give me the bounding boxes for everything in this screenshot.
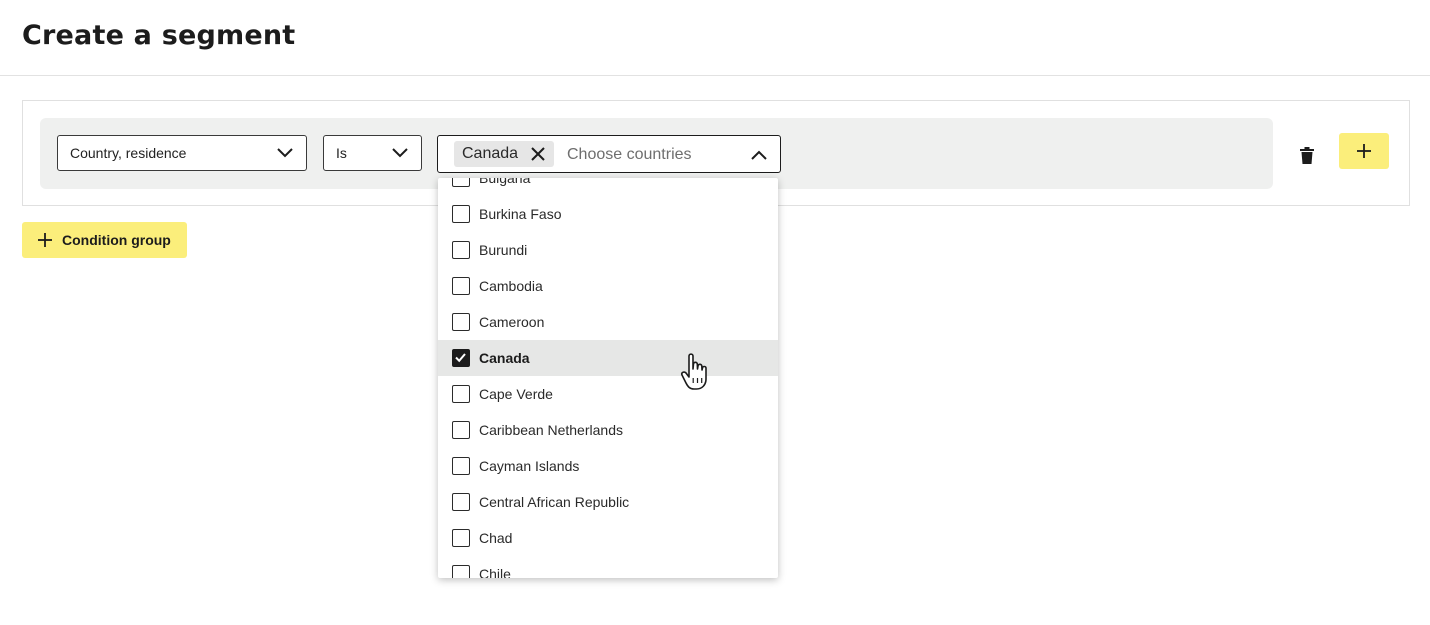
operator-select-value: Is	[336, 145, 347, 161]
country-option-label: Cape Verde	[479, 386, 553, 402]
checkbox[interactable]	[452, 385, 470, 403]
chip-label: Canada	[462, 145, 519, 162]
checkbox[interactable]	[452, 529, 470, 547]
operator-select[interactable]: Is	[323, 135, 422, 171]
countries-option-list: Bulgaria Burkina Faso Burundi Cambodia Camer…	[438, 178, 778, 578]
page-title: Create a segment	[22, 20, 296, 51]
checkmark-icon	[455, 353, 466, 363]
country-option-label: Cameroon	[479, 314, 545, 330]
country-option[interactable]: Cape Verde	[438, 376, 778, 412]
checkbox[interactable]	[452, 457, 470, 475]
country-option-label: Chile	[479, 566, 511, 578]
page-header: Create a segment	[0, 0, 1430, 76]
trash-icon	[1300, 146, 1314, 164]
chevron-down-icon	[392, 148, 408, 158]
country-option[interactable]: Caribbean Netherlands	[438, 412, 778, 448]
country-option-label: Caribbean Netherlands	[479, 422, 623, 438]
plus-icon	[38, 233, 52, 247]
checkbox[interactable]	[452, 421, 470, 439]
attribute-select-value: Country, residence	[70, 145, 187, 161]
country-option-label: Burundi	[479, 242, 528, 258]
checkbox[interactable]	[452, 313, 470, 331]
country-option[interactable]: Cayman Islands	[438, 448, 778, 484]
checkbox[interactable]	[452, 205, 470, 223]
country-option[interactable]: Canada	[438, 340, 778, 376]
checkbox[interactable]	[452, 277, 470, 295]
chevron-up-icon[interactable]	[750, 146, 768, 164]
add-condition-button[interactable]	[1339, 133, 1389, 169]
country-option-label: Chad	[479, 530, 513, 546]
selected-country-chip: Canada	[454, 141, 555, 167]
delete-condition-button[interactable]	[1292, 140, 1322, 170]
checkbox[interactable]	[452, 565, 470, 578]
countries-dropdown: Bulgaria Burkina Faso Burundi Cambodia Camer…	[438, 178, 778, 578]
country-option[interactable]: Burkina Faso	[438, 196, 778, 232]
condition-group-button[interactable]: Condition group	[22, 222, 187, 258]
checkbox[interactable]	[452, 493, 470, 511]
plus-icon	[1357, 144, 1371, 158]
chevron-down-icon	[277, 148, 293, 158]
close-icon[interactable]	[530, 146, 546, 162]
country-option[interactable]: Burundi	[438, 232, 778, 268]
attribute-select[interactable]: Country, residence	[57, 135, 307, 171]
countries-placeholder[interactable]: Choose countries	[567, 146, 692, 164]
country-option-label: Bulgaria	[479, 178, 531, 186]
country-option[interactable]: Cameroon	[438, 304, 778, 340]
country-option-label: Cambodia	[479, 278, 543, 294]
country-option[interactable]: Chile	[438, 556, 778, 578]
checkbox[interactable]	[452, 241, 470, 259]
country-option-label: Burkina Faso	[479, 206, 562, 222]
country-option[interactable]: Cambodia	[438, 268, 778, 304]
country-option[interactable]: Chad	[438, 520, 778, 556]
checkbox-checked[interactable]	[452, 349, 470, 367]
country-option[interactable]: Central African Republic	[438, 484, 778, 520]
country-option-label: Cayman Islands	[479, 458, 580, 474]
condition-group-label: Condition group	[62, 232, 171, 248]
checkbox[interactable]	[452, 178, 470, 187]
country-option-label: Canada	[479, 350, 530, 366]
countries-multiselect[interactable]: Canada Choose countries	[437, 135, 781, 173]
country-option[interactable]: Bulgaria	[438, 178, 778, 196]
country-option-label: Central African Republic	[479, 494, 630, 510]
